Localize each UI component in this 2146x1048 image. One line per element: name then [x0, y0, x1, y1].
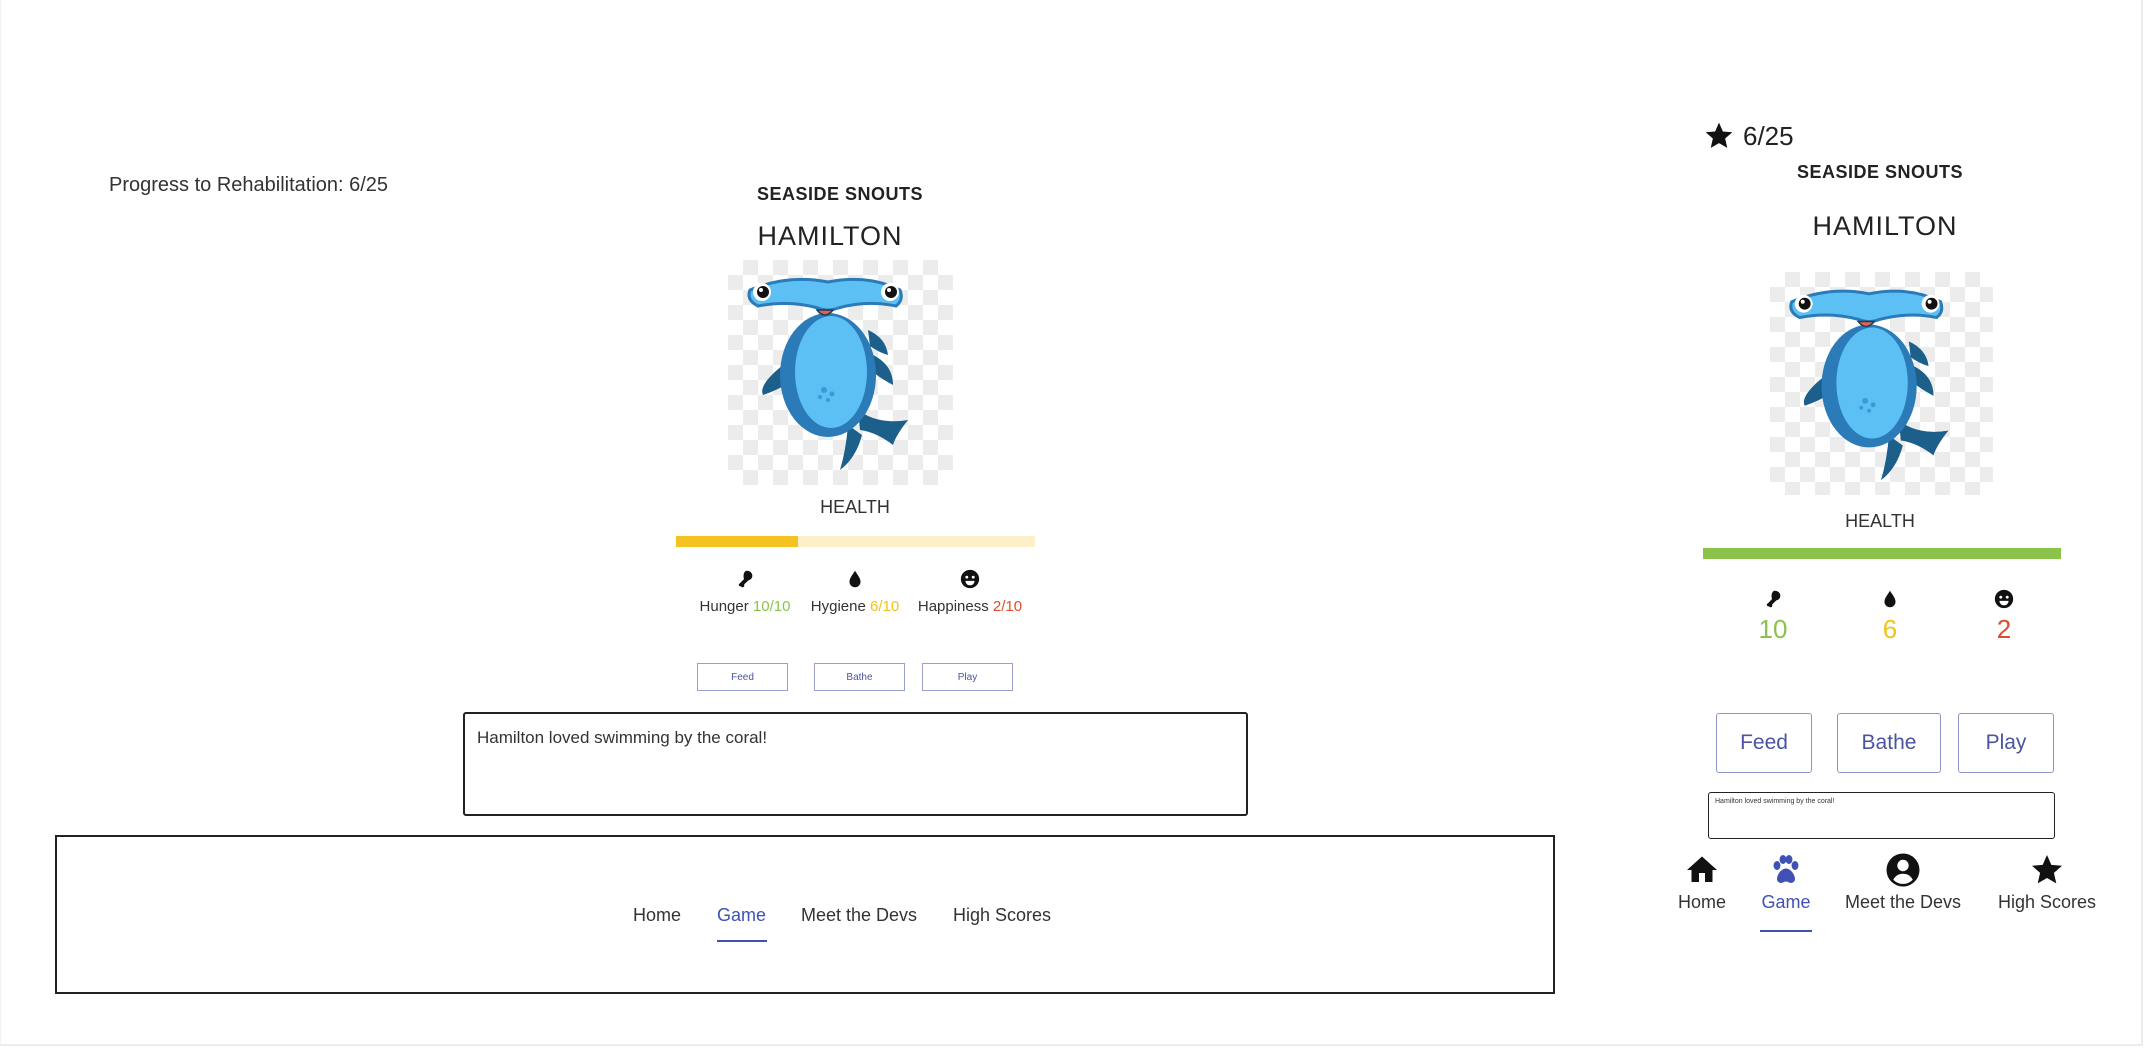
stat-label: Hygiene [810, 598, 866, 615]
stat-value: 2/10 [992, 598, 1023, 615]
stat-value: 2 [1996, 614, 2012, 644]
stat-value: 10 [1758, 614, 1788, 644]
nav-active-indicator [1760, 930, 1812, 932]
stat-happiness: Happiness 2/10 [915, 568, 1025, 615]
nav-meet-the-devs[interactable]: Meet the Devs [1843, 852, 1963, 913]
star-icon [1992, 852, 2102, 892]
pet-name: HAMILTON [1812, 211, 1958, 241]
nav-game[interactable]: Game [717, 905, 766, 926]
hammerhead-shark-illustration [1789, 289, 1949, 481]
bathe-button[interactable]: Bathe [1837, 713, 1941, 773]
pet-image [1770, 272, 1993, 495]
bathe-button[interactable]: Bathe [814, 663, 905, 691]
stat-happiness: 2 [1974, 586, 2034, 645]
star-icon [1705, 122, 1733, 148]
pet-name: HAMILTON [757, 221, 903, 251]
smiley-icon [1974, 586, 2034, 612]
nav-label: Home [1677, 892, 1726, 912]
drumstick-icon [695, 568, 795, 594]
event-message: Hamilton loved swimming by the coral! [463, 712, 1248, 816]
health-label: HEALTH [1845, 511, 1915, 531]
nav-label: Game [1761, 892, 1811, 912]
stat-hunger: Hunger 10/10 [695, 568, 795, 615]
desktop-nav-bar: Home Game Meet the Devs High Scores [55, 835, 1555, 994]
health-label: HEALTH [820, 497, 890, 517]
app-brand: SEASIDE SNOUTS [1796, 162, 1964, 182]
nav-meet-the-devs[interactable]: Meet the Devs [801, 905, 917, 926]
nav-active-indicator [717, 940, 767, 942]
home-icon [1672, 852, 1732, 892]
event-message: Hamilton loved swimming by the coral! [1708, 792, 2055, 839]
smiley-icon [915, 568, 1025, 594]
stat-value: 10/10 [752, 598, 791, 615]
water-drop-icon [805, 568, 905, 594]
rehabilitation-progress: Progress to Rehabilitation: 6/25 [109, 174, 389, 196]
nav-home[interactable]: Home [1672, 852, 1732, 913]
health-bar [1703, 548, 2061, 559]
play-button[interactable]: Play [922, 663, 1013, 691]
stat-value: 6 [1882, 614, 1898, 644]
nav-high-scores[interactable]: High Scores [953, 905, 1051, 926]
nav-home[interactable]: Home [633, 905, 681, 926]
play-button[interactable]: Play [1958, 713, 2054, 773]
feed-button[interactable]: Feed [697, 663, 788, 691]
account-circle-icon [1843, 852, 1963, 892]
nav-high-scores[interactable]: High Scores [1992, 852, 2102, 913]
pet-image [728, 260, 953, 485]
hammerhead-shark-illustration [747, 277, 908, 470]
water-drop-icon [1860, 586, 1920, 612]
stat-label: Happiness [917, 598, 989, 615]
stat-hygiene: Hygiene 6/10 [805, 568, 905, 615]
paw-icon [1756, 852, 1816, 892]
feed-button[interactable]: Feed [1716, 713, 1812, 773]
stat-hunger: 10 [1743, 586, 1803, 645]
stat-label: Hunger [699, 598, 749, 615]
stat-hygiene: 6 [1860, 586, 1920, 645]
score-text: 6/25 [1743, 120, 1794, 151]
nav-game[interactable]: Game [1756, 852, 1816, 913]
nav-label: High Scores [1997, 892, 2097, 912]
drumstick-icon [1743, 586, 1803, 612]
stat-value: 6/10 [870, 598, 900, 615]
health-bar [676, 536, 1035, 547]
nav-label: Meet the Devs [1844, 892, 1962, 912]
app-brand: SEASIDE SNOUTS [756, 184, 924, 204]
health-bar-fill [1703, 548, 2061, 559]
health-bar-fill [676, 536, 799, 547]
score-display: 6/25 [1703, 120, 1794, 152]
